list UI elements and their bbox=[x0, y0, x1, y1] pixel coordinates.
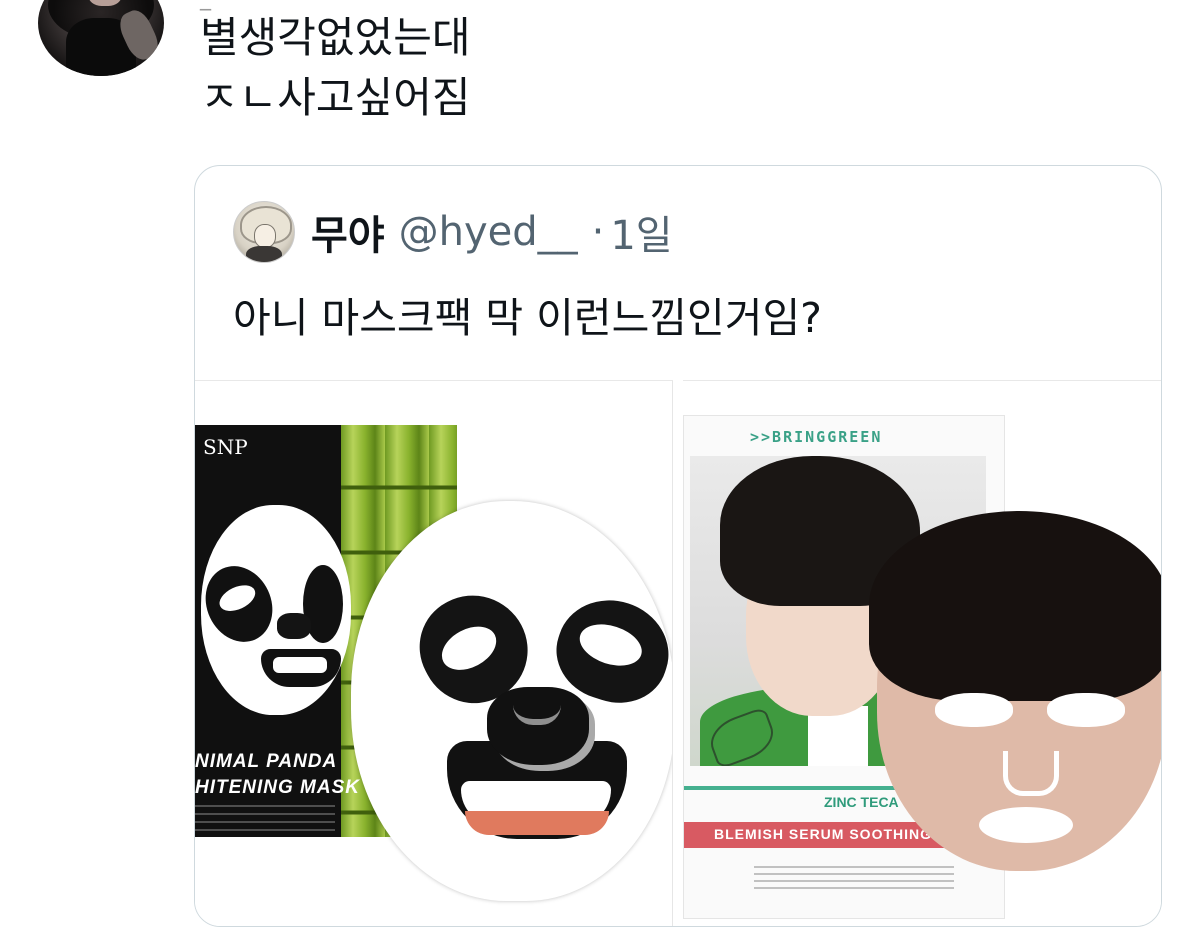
media-image-face-mask[interactable]: >>BRINGGREEN ZINC TECA BLEMISH SERUM SOO… bbox=[683, 380, 1161, 926]
quoted-tweet-card[interactable]: 무야 @hyed__ · 1일 아니 마스크팩 막 이런느낌인거임? SNP N… bbox=[194, 165, 1162, 927]
separator-dot: · bbox=[591, 209, 605, 255]
quoted-tweet-text: 아니 마스크팩 막 이런느낌인거임? bbox=[233, 294, 822, 342]
quoted-avatar-face bbox=[254, 224, 276, 248]
panda-mask-nose bbox=[487, 687, 589, 765]
package-panda-mouth bbox=[261, 649, 341, 687]
panda-mask-lip bbox=[465, 811, 609, 835]
package-title-line1: NIMAL PANDA bbox=[195, 751, 338, 772]
tweet-text-line2: ㅈㄴ사고싶어짐 bbox=[200, 73, 471, 122]
media-image-panda-mask[interactable]: SNP NIMAL PANDA HITENING MASK bbox=[195, 380, 673, 926]
quoted-author-handle[interactable]: @hyed__ bbox=[399, 209, 578, 255]
quoted-tweet-header: 무야 @hyed__ · 1일 bbox=[233, 201, 673, 263]
snp-brand-label: SNP bbox=[203, 435, 248, 459]
author-avatar[interactable] bbox=[38, 0, 164, 76]
quoted-avatar-body bbox=[246, 246, 282, 262]
face-mask-eye-hole-right bbox=[1047, 693, 1125, 727]
face-mask-eye-hole-left bbox=[935, 693, 1013, 727]
face-sheet-mask bbox=[869, 511, 1161, 871]
tweet-text-line1: 별생각없었는대 bbox=[200, 13, 471, 62]
face-mask-nose-cutout bbox=[1003, 751, 1059, 796]
package-panda-nose bbox=[277, 613, 311, 639]
quoted-author-name[interactable]: 무야 bbox=[311, 203, 385, 261]
tweet-text: 별생각없었는대 ㅈㄴ사고싶어짐 bbox=[200, 8, 470, 128]
package-title-line2: HITENING MASK bbox=[195, 777, 360, 798]
quoted-tweet-timestamp[interactable]: 1일 bbox=[610, 203, 672, 261]
package-fine-print bbox=[195, 805, 335, 831]
quoted-author-avatar[interactable] bbox=[233, 201, 295, 263]
face-mask-hair bbox=[869, 511, 1161, 701]
package-fine-print bbox=[754, 866, 954, 890]
face-mask-mouth-hole bbox=[979, 807, 1073, 843]
bringgreen-brand-label: >>BRINGGREEN bbox=[750, 428, 883, 446]
